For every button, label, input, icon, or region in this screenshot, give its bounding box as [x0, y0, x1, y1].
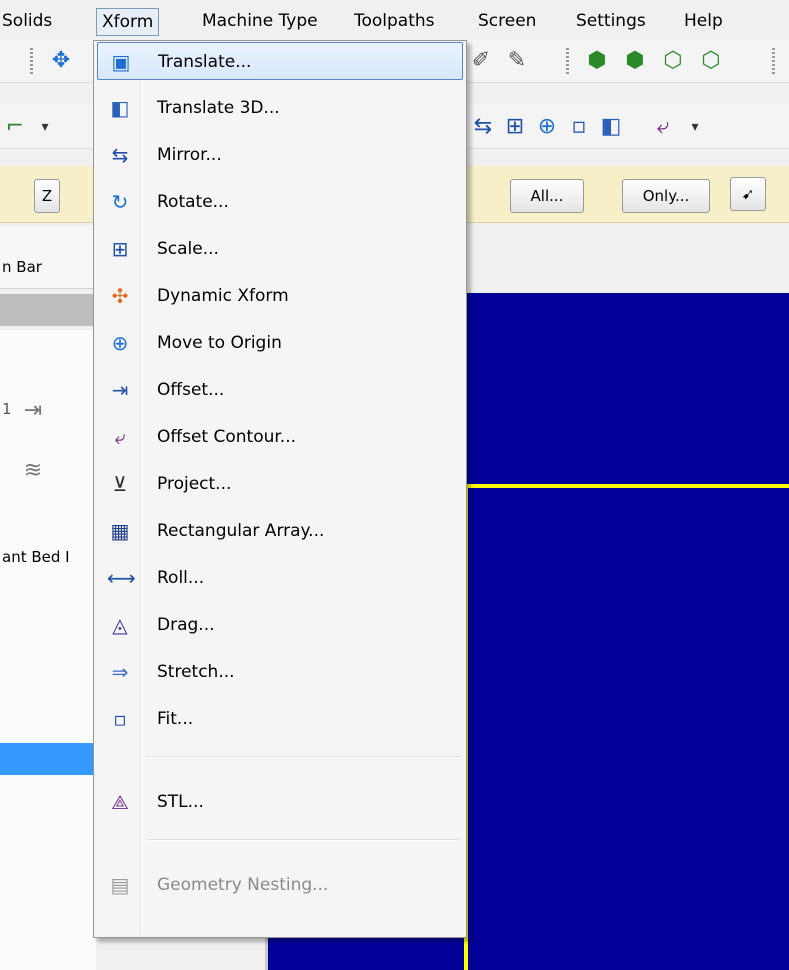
mirror-icon: ⇆: [111, 143, 129, 167]
left-panel: [0, 330, 96, 970]
fit-icon: ▫: [113, 707, 127, 731]
cube-hidden-icon[interactable]: ⬡: [698, 48, 724, 74]
menu-item-scale[interactable]: ⊞ Scale...: [97, 230, 463, 268]
scale-icon[interactable]: ⊞: [502, 114, 528, 140]
selection-arrow-button[interactable]: ➹: [730, 177, 766, 211]
toolbar-grip[interactable]: [566, 48, 569, 74]
selected-row[interactable]: [0, 743, 96, 775]
roll-icon: ⟷: [107, 566, 136, 590]
tool-clear-icon[interactable]: ✎: [504, 48, 530, 74]
move-to-origin-icon[interactable]: ⊕: [534, 114, 560, 140]
line-icon[interactable]: ⌐: [2, 114, 28, 140]
menu-bar: Solids Xform Machine Type Toolpaths Scre…: [0, 0, 789, 41]
view-pan-icon[interactable]: ✥: [48, 48, 74, 74]
only-button[interactable]: Only...: [622, 179, 710, 213]
wave-icon[interactable]: ≋: [20, 458, 46, 484]
menu-item-offset-contour[interactable]: ⤶ Offset Contour...: [97, 418, 463, 456]
menu-solids[interactable]: Solids: [2, 8, 52, 34]
xform-dropdown-menu: ▣ Translate... ◧ Translate 3D... ⇆ Mirro…: [93, 40, 467, 938]
bed-label: ant Bed I: [2, 548, 70, 566]
menu-item-offset[interactable]: ⇥ Offset...: [97, 371, 463, 409]
panel-number: 1: [2, 400, 12, 418]
menu-machine-type[interactable]: Machine Type: [202, 8, 318, 34]
menu-item-rectangular-array[interactable]: ▦ Rectangular Array...: [97, 512, 463, 550]
menu-item-drag[interactable]: ◬ Drag...: [97, 606, 463, 644]
menu-item-project[interactable]: ⊻ Project...: [97, 465, 463, 503]
menu-help[interactable]: Help: [684, 8, 723, 34]
translate-3d-icon[interactable]: ◧: [598, 114, 624, 140]
geometry-nesting-icon: ▤: [110, 873, 130, 897]
menu-separator: [146, 756, 460, 758]
menu-item-mirror[interactable]: ⇆ Mirror...: [97, 136, 463, 174]
translate-3d-icon: ◧: [110, 96, 130, 120]
panel-title: n Bar: [2, 258, 42, 276]
toolbar-grip[interactable]: [30, 48, 33, 74]
stl-icon: ⟁: [111, 790, 129, 814]
z-button[interactable]: Z: [34, 179, 60, 213]
menu-item-translate-3d[interactable]: ◧ Translate 3D...: [97, 89, 463, 127]
cube-wire-icon[interactable]: ⬡: [660, 48, 686, 74]
fit-icon[interactable]: ▫: [566, 114, 592, 140]
all-button[interactable]: All...: [510, 179, 584, 213]
rotate-icon: ↻: [111, 190, 129, 214]
menu-item-fit[interactable]: ▫ Fit...: [97, 700, 463, 738]
menu-item-stretch[interactable]: ⇒ Stretch...: [97, 653, 463, 691]
stretch-icon: ⇒: [111, 660, 129, 684]
offset-contour-icon[interactable]: ⤶: [650, 114, 676, 140]
project-icon: ⊻: [112, 472, 128, 496]
forward-icon[interactable]: ⇥: [20, 398, 46, 424]
menu-item-dynamic-xform[interactable]: ✣ Dynamic Xform: [97, 277, 463, 315]
menu-xform[interactable]: Xform: [96, 8, 160, 36]
translate-icon: ▣: [111, 50, 131, 74]
move-to-origin-icon: ⊕: [111, 331, 129, 355]
shaded-cube-icon[interactable]: ⬢: [584, 48, 610, 74]
chevron-down-icon[interactable]: ▾: [682, 114, 708, 140]
menu-item-stl[interactable]: ⟁ STL...: [97, 783, 463, 821]
panel-grey-bar: [0, 294, 100, 326]
menu-item-rotate[interactable]: ↻ Rotate...: [97, 183, 463, 221]
menu-item-translate[interactable]: ▣ Translate...: [97, 42, 463, 80]
chevron-down-icon[interactable]: ▾: [32, 114, 58, 140]
mirror-icon[interactable]: ⇆: [470, 114, 496, 140]
menu-item-move-to-origin[interactable]: ⊕ Move to Origin: [97, 324, 463, 362]
menu-item-roll[interactable]: ⟷ Roll...: [97, 559, 463, 597]
cursor-arrow-icon: ➹: [741, 185, 755, 203]
tool-icon[interactable]: ✐: [468, 48, 494, 74]
drag-icon: ◬: [112, 613, 128, 637]
menu-settings[interactable]: Settings: [576, 8, 646, 34]
menu-separator: [146, 839, 460, 841]
offset-contour-icon: ⤶: [114, 425, 126, 449]
menu-item-geometry-nesting: ▤ Geometry Nesting...: [97, 866, 463, 904]
menu-screen[interactable]: Screen: [478, 8, 536, 34]
offset-icon: ⇥: [111, 378, 129, 402]
dynamic-xform-icon: ✣: [111, 284, 129, 308]
rectangular-array-icon: ▦: [110, 519, 130, 543]
menu-toolpaths[interactable]: Toolpaths: [354, 8, 435, 34]
cube-icon[interactable]: ⬢: [622, 48, 648, 74]
toolbar-grip[interactable]: [772, 48, 775, 74]
scale-icon: ⊞: [111, 237, 129, 261]
